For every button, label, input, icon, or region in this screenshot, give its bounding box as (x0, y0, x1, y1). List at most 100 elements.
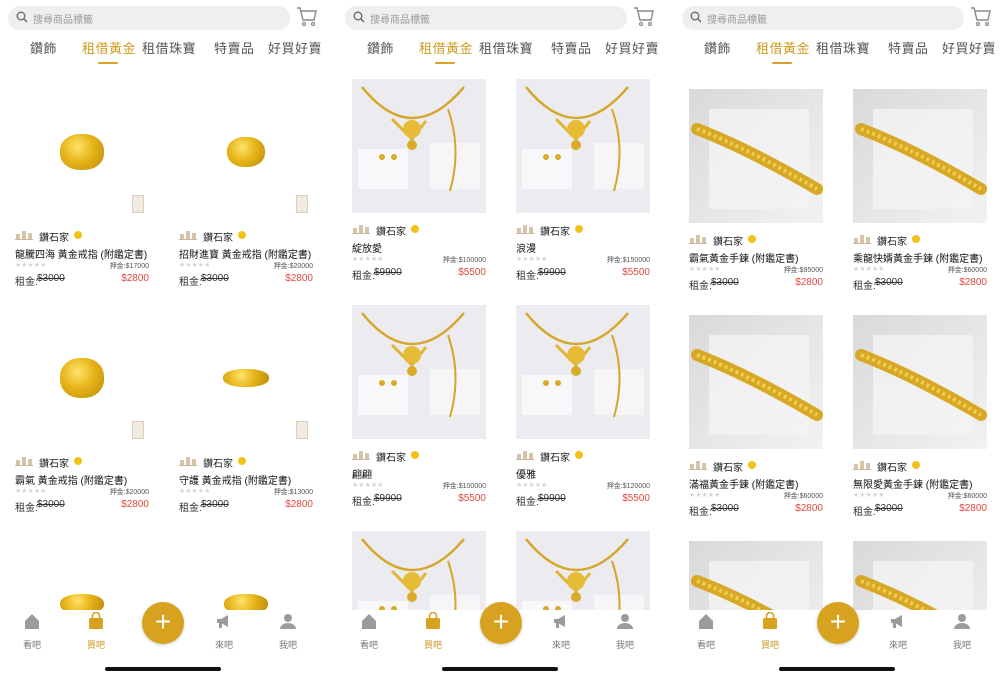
tab-0[interactable]: 鑽飾 (367, 38, 394, 57)
product-card[interactable]: 鑽石家 綻放愛 ★★★★★ 押金:$100000 租金: $9900 $5500 (352, 79, 486, 282)
product-image[interactable] (15, 311, 149, 445)
nav-item-1[interactable]: 買吧 (750, 611, 790, 651)
nav-item-3[interactable]: 我吧 (268, 612, 308, 651)
cart-icon[interactable] (969, 4, 993, 28)
rating-stars-icon: ★★★★★ (352, 482, 384, 489)
product-image[interactable] (516, 305, 650, 439)
rent-label: 租金: (179, 503, 202, 514)
shop-name[interactable]: 鑽石家 (877, 233, 907, 248)
shop-name[interactable]: 鑽石家 (39, 229, 69, 244)
meta-row: ★★★★★ 押金:$20000 (15, 486, 149, 498)
product-image[interactable] (352, 305, 486, 439)
nav-item-1[interactable]: 買吧 (76, 611, 116, 651)
user-icon (954, 614, 970, 629)
shop-name[interactable]: 鑽石家 (376, 223, 406, 238)
nav-label: 買吧 (423, 640, 442, 650)
shop-name[interactable]: 鑽石家 (203, 229, 233, 244)
tab-4[interactable]: 好買好賣 (605, 38, 659, 57)
nav-item-3[interactable]: 我吧 (942, 612, 982, 651)
tab-0[interactable]: 鑽飾 (704, 38, 731, 57)
search-input[interactable]: 搜尋商品標籤 (682, 6, 964, 30)
nav-item-1[interactable]: 買吧 (413, 611, 453, 651)
tab-1[interactable]: 租借黃金 (419, 38, 473, 57)
search-input[interactable]: 搜尋商品標籤 (8, 6, 290, 30)
tab-1[interactable]: 租借黃金 (756, 38, 810, 57)
product-card[interactable]: 鑽石家 無限愛黃金手鍊 (附鑑定書) ★★★★★ 押金:$60000 租金: $3000 $… (853, 315, 987, 518)
sale-price: $2800 (959, 277, 987, 288)
cart-icon[interactable] (295, 4, 319, 28)
price-row: 租金: $3000 $2800 (689, 277, 823, 292)
active-tab-indicator (435, 62, 455, 64)
nav-item-2[interactable]: 來吧 (878, 612, 918, 651)
product-name[interactable]: 浪漫 (516, 240, 650, 255)
nav-item-2[interactable]: 來吧 (204, 612, 244, 651)
deposit-amount: 押金:$150000 (606, 257, 650, 264)
tab-3[interactable]: 特賣品 (888, 38, 929, 57)
product-name[interactable]: 龍騰四海 黃金戒指 (附鑑定書) (15, 246, 149, 261)
tab-4[interactable]: 好買好賣 (268, 38, 322, 57)
nav-item-3[interactable]: 我吧 (605, 612, 645, 651)
tab-0[interactable]: 鑽飾 (30, 38, 57, 57)
product-image[interactable] (853, 89, 987, 223)
product-name[interactable]: 乘龍快婿黃金手鍊 (附鑑定書) (853, 250, 987, 265)
product-image[interactable] (352, 79, 486, 213)
product-name[interactable]: 優雅 (516, 466, 650, 481)
nav-item-0[interactable]: 看吧 (349, 612, 389, 651)
product-image[interactable] (689, 315, 823, 449)
nav-item-0[interactable]: 看吧 (686, 612, 726, 651)
nav-item-2[interactable]: 來吧 (541, 612, 581, 651)
product-name[interactable]: 無限愛黃金手鍊 (附鑑定書) (853, 476, 987, 491)
product-name[interactable]: 招財進寶 黃金戒指 (附鑑定書) (179, 246, 313, 261)
product-image[interactable] (179, 311, 313, 445)
product-card[interactable]: 鑽石家 招財進寶 黃金戒指 (附鑑定書) ★★★★★ 押金:$20000 租金: $300… (179, 85, 313, 288)
product-card[interactable]: 鑽石家 浪漫 ★★★★★ 押金:$150000 租金: $9900 $5500 (516, 79, 650, 282)
shop-row: 鑽石家 (352, 223, 486, 238)
product-name[interactable]: 守護 黃金戒指 (附鑑定書) (179, 472, 313, 487)
product-card[interactable]: 鑽石家 霸氣 黃金戒指 (附鑑定書) ★★★★★ 押金:$20000 租金: $3000 $… (15, 311, 149, 514)
product-card[interactable]: 鑽石家 龍騰四海 黃金戒指 (附鑑定書) ★★★★★ 押金:$17000 租金: $300… (15, 85, 149, 288)
nav-item-0[interactable]: 看吧 (12, 612, 52, 651)
product-card[interactable]: 鑽石家 優雅 ★★★★★ 押金:$120000 租金: $9900 $5500 (516, 305, 650, 508)
phone-screen: 搜尋商品標籤 鑽飾 租借黃金 租借珠寶 特賣品 好買好賣 鑽石家 龍騰四海 黃金戒指 (附鑑… (0, 0, 327, 679)
shop-row: 鑽石家 (853, 233, 987, 248)
cart-icon[interactable] (632, 4, 656, 28)
product-name[interactable]: 綻放愛 (352, 240, 486, 255)
product-name[interactable]: 霸氣 黃金戒指 (附鑑定書) (15, 472, 149, 487)
shop-name[interactable]: 鑽石家 (713, 459, 743, 474)
product-card[interactable]: 鑽石家 滿福黃金手鍊 (附鑑定書) ★★★★★ 押金:$60000 租金: $3000 $2… (689, 315, 823, 518)
shop-name[interactable]: 鑽石家 (39, 455, 69, 470)
add-post-button[interactable]: + (817, 602, 859, 644)
product-image[interactable] (179, 85, 313, 219)
rating-stars-icon: ★★★★★ (352, 256, 384, 263)
tab-3[interactable]: 特賣品 (551, 38, 592, 57)
product-name[interactable]: 霸氣黃金手鍊 (附鑑定書) (689, 250, 823, 265)
tab-2[interactable]: 租借珠寶 (479, 38, 533, 57)
shop-name[interactable]: 鑽石家 (376, 449, 406, 464)
crown-badge-icon (238, 231, 246, 239)
shop-name[interactable]: 鑽石家 (203, 455, 233, 470)
product-image[interactable] (15, 85, 149, 219)
add-post-button[interactable]: + (142, 602, 184, 644)
tab-2[interactable]: 租借珠寶 (816, 38, 870, 57)
product-name[interactable]: 翩翩 (352, 466, 486, 481)
product-card[interactable]: 鑽石家霸氣黃金手鍊 (附鑑定書) ★★★★★ 押金:$95000 租金: $3000 $2… (689, 89, 823, 292)
product-card[interactable]: 鑽石家 守護 黃金戒指 (附鑑定書) ★★★★★ 押金:$13000 租金: $3000 $… (179, 311, 313, 514)
search-icon (353, 11, 365, 23)
shop-name[interactable]: 鑽石家 (713, 233, 743, 248)
tab-4[interactable]: 好買好賣 (942, 38, 996, 57)
product-image[interactable] (516, 79, 650, 213)
product-image[interactable] (853, 315, 987, 449)
tab-1[interactable]: 租借黃金 (82, 38, 136, 57)
shop-name[interactable]: 鑽石家 (877, 459, 907, 474)
search-input[interactable]: 搜尋商品標籤 (345, 6, 627, 30)
product-card[interactable]: 鑽石家 乘龍快婿黃金手鍊 (附鑑定書) ★★★★★ 押金:$60000 租金: $3000… (853, 89, 987, 292)
tab-3[interactable]: 特賣品 (214, 38, 255, 57)
tab-2[interactable]: 租借珠寶 (142, 38, 196, 57)
product-card[interactable]: 鑽石家 翩翩 ★★★★★ 押金:$100000 租金: $9900 $5500 (352, 305, 486, 508)
shop-name[interactable]: 鑽石家 (540, 223, 570, 238)
add-post-button[interactable]: + (480, 602, 522, 644)
product-name[interactable]: 滿福黃金手鍊 (附鑑定書) (689, 476, 823, 491)
meta-row: ★★★★★ 押金:$95000 (689, 264, 823, 276)
shop-name[interactable]: 鑽石家 (540, 449, 570, 464)
product-image[interactable] (689, 89, 823, 223)
